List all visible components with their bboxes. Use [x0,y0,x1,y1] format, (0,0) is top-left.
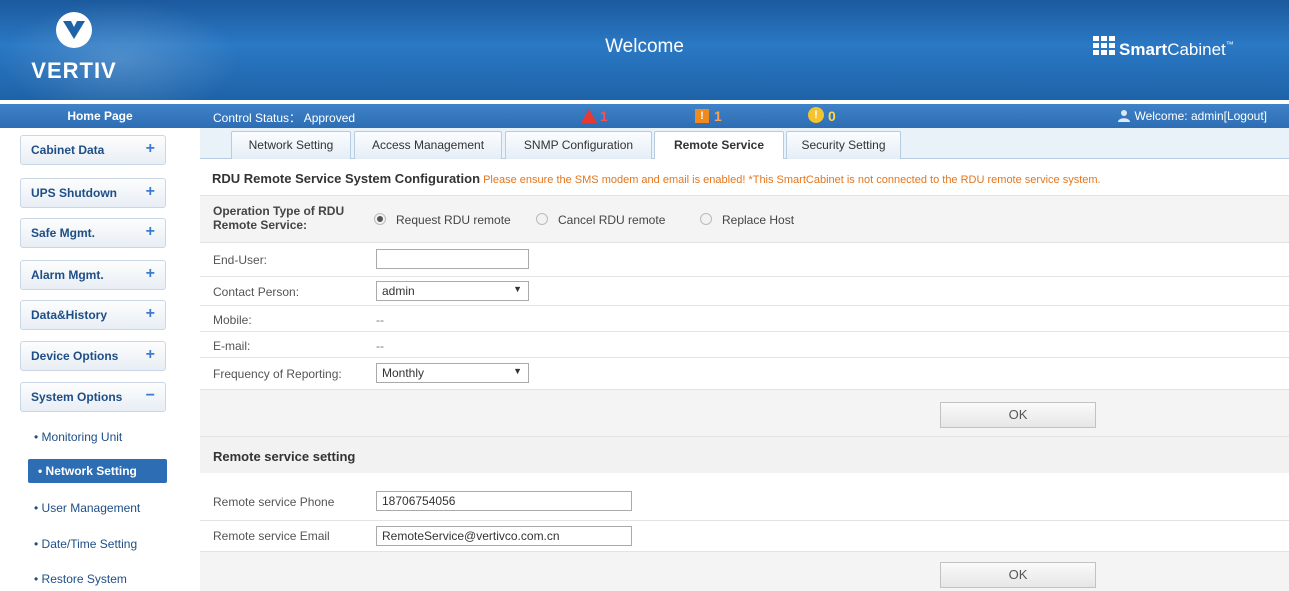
ok-button-rdu[interactable]: OK [940,402,1096,428]
remote-phone-row: Remote service Phone 18706754056 [200,473,1289,521]
critical-count: 1 [600,108,608,124]
mobile-value: -- [376,313,384,327]
expand-icon: + [145,265,155,282]
radio-replace-host[interactable] [700,213,712,225]
minor-count: 0 [828,108,836,124]
minor-alarm-icon: ! [808,107,824,123]
frequency-label: Frequency of Reporting: [213,367,342,381]
frequency-value: Monthly [382,366,425,380]
sidebar-sub-date-time-setting[interactable]: • Date/Time Setting [34,537,137,551]
section-title-remote: Remote service setting [213,449,356,464]
expand-icon: + [145,183,155,200]
sidebar-item-safe-mgmt[interactable]: Safe Mgmt. + [20,218,166,248]
section-title-rdu: RDU Remote Service System Configuration [212,171,481,186]
notice-text: Please ensure the SMS modem and email is… [480,174,1101,186]
brand-bold: Smart [1119,40,1168,59]
sidebar-item-label: Device Options [31,349,119,363]
sidebar-item-label: UPS Shutdown [31,186,117,200]
ok-row-1: OK [200,390,1289,436]
brand-tm: ™ [1225,40,1234,49]
welcome-text: Welcome: admin[Logout] [1134,109,1267,123]
app-header: VERTIV Welcome SmartCabinet™ [0,0,1289,100]
contact-person-label: Contact Person: [213,285,300,299]
end-user-field[interactable] [376,249,529,269]
logo-text: VERTIV [31,58,117,83]
sidebar-item-ups-shutdown[interactable]: UPS Shutdown + [20,178,166,208]
radio-label-cancel: Cancel RDU remote [558,213,666,227]
major-alarm-icon: ! [695,109,709,123]
expand-icon: + [145,346,155,363]
remote-email-field[interactable]: RemoteService@vertivco.com.cn [376,526,632,546]
radio-label-replace: Replace Host [722,213,795,227]
radio-label-request: Request RDU remote [396,213,511,227]
sidebar-sub-user-management[interactable]: • User Management [34,501,140,515]
sidebar-sub-monitoring-unit[interactable]: • Monitoring Unit [34,430,122,444]
tab-network-setting[interactable]: Network Setting [231,131,351,159]
sidebar-item-label: Cabinet Data [31,143,105,157]
sidebar-item-alarm-mgmt[interactable]: Alarm Mgmt. + [20,260,166,290]
tab-remote-service[interactable]: Remote Service [654,131,784,160]
contact-person-row: Contact Person: admin ▼ [200,277,1289,306]
radio-request-rdu-remote[interactable] [374,213,386,225]
tab-security-setting[interactable]: Security Setting [786,131,901,159]
email-label: E-mail: [213,339,251,353]
welcome-logout-link[interactable]: Welcome: admin[Logout] [1118,109,1267,123]
chevron-down-icon: ▼ [513,284,522,294]
brand-grid-icon [1093,36,1115,56]
critical-alarm-icon [581,109,597,123]
remote-email-label: Remote service Email [213,529,330,543]
control-status: Control Status： Approved [213,111,356,125]
end-user-row: End-User: [200,243,1289,277]
ok-button-remote[interactable]: OK [940,562,1096,588]
tab-snmp-configuration[interactable]: SNMP Configuration [505,131,652,159]
sidebar-item-system-options[interactable]: System Options − [20,382,166,412]
frequency-row: Frequency of Reporting: Monthly ▼ [200,358,1289,390]
section-header-remote: Remote service setting [200,436,1289,474]
sidebar-item-data-history[interactable]: Data&History + [20,300,166,330]
sidebar-item-label: System Options [31,390,123,404]
sidebar: Cabinet Data + UPS Shutdown + Safe Mgmt. + … [0,128,201,591]
brand-rest: Cabinet [1167,40,1226,59]
operation-type-label-line1: Operation Type of RDU [213,204,345,218]
remote-phone-field[interactable]: 18706754056 [376,491,632,511]
sidebar-item-label: Alarm Mgmt. [31,268,104,282]
home-page-link[interactable]: Home Page [0,104,200,128]
operation-type-label: Operation Type of RDU Remote Service: [213,204,344,232]
expand-icon: + [145,140,155,157]
operation-type-label-line2: Remote Service: [213,218,308,232]
contact-person-value: admin [382,284,415,298]
remote-phone-label: Remote service Phone [213,495,335,509]
tab-access-management[interactable]: Access Management [354,131,502,159]
email-row: E-mail: -- [200,332,1289,358]
section-header-rdu: RDU Remote Service System Configuration … [200,159,1289,196]
status-bar: Control Status： Approved 1 ! 1 ! 0 Welco… [200,104,1289,128]
mobile-row: Mobile: -- [200,306,1289,332]
remote-email-row: Remote service Email RemoteService@verti… [200,521,1289,552]
sidebar-item-device-options[interactable]: Device Options + [20,341,166,371]
expand-icon: + [145,223,155,240]
main-content: RDU Remote Service System Configuration … [200,159,1289,591]
sidebar-sub-network-setting[interactable]: • Network Setting [28,459,167,483]
sidebar-item-label: Data&History [31,308,108,322]
expand-icon: + [145,305,155,322]
sidebar-sub-restore-system[interactable]: • Restore System [34,572,127,586]
operation-type-row: Operation Type of RDU Remote Service: Re… [200,196,1289,243]
mobile-label: Mobile: [213,313,252,327]
end-user-label: End-User: [213,253,268,267]
sidebar-sub-label: • Network Setting [38,464,137,478]
sidebar-item-label: Safe Mgmt. [31,226,96,240]
major-count: 1 [714,108,722,124]
email-value: -- [376,339,384,353]
contact-person-select[interactable]: admin ▼ [376,281,529,301]
collapse-icon: − [145,387,155,404]
radio-cancel-rdu-remote[interactable] [536,213,548,225]
ok-row-2: OK [200,552,1289,591]
chevron-down-icon: ▼ [513,366,522,376]
user-icon [1118,110,1131,122]
frequency-select[interactable]: Monthly ▼ [376,363,529,383]
sidebar-item-cabinet-data[interactable]: Cabinet Data + [20,135,166,165]
